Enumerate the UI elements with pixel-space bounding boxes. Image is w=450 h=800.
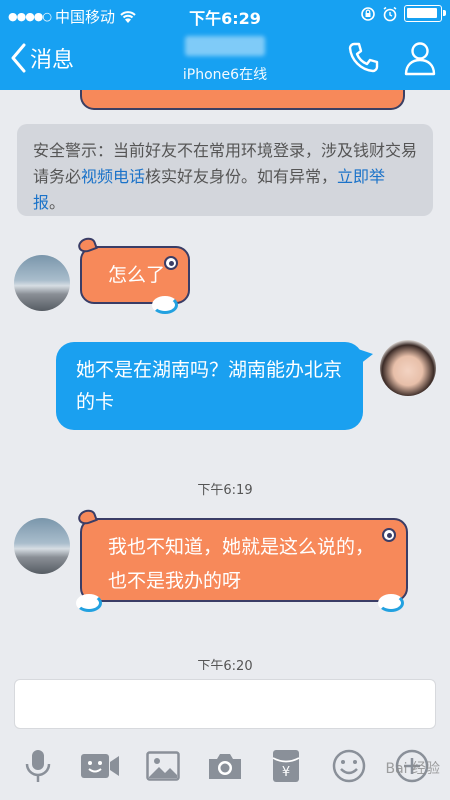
wave-decoration bbox=[378, 594, 404, 612]
message-text: 怎么了 bbox=[108, 264, 166, 286]
emoji-button[interactable] bbox=[329, 746, 369, 786]
input-toolbar: ¥ bbox=[0, 740, 450, 800]
nav-bar: 消息 iPhone6在线 bbox=[0, 30, 450, 90]
message-bubble-left: 怎么了 bbox=[76, 235, 190, 314]
svg-text:¥: ¥ bbox=[282, 765, 290, 780]
fish-eye-decoration bbox=[382, 528, 396, 542]
video-call-link[interactable]: 视频电话 bbox=[81, 167, 145, 186]
message-bubble-left: 我也不知道，她就是这么说的，也不是我办的呀 bbox=[76, 507, 408, 612]
timestamp: 下午6:20 bbox=[197, 659, 253, 670]
profile-button[interactable] bbox=[402, 40, 438, 80]
rotation-lock-icon bbox=[361, 6, 375, 21]
chat-header: ●●●●○ 中国移动 下午6:29 消息 iPhone6在线 bbox=[0, 0, 450, 90]
wave-decoration bbox=[152, 296, 178, 314]
mic-icon bbox=[25, 750, 51, 782]
video-button[interactable] bbox=[80, 746, 120, 786]
person-icon bbox=[404, 42, 436, 76]
previous-message-bubble bbox=[80, 90, 405, 110]
contact-title[interactable]: iPhone6在线 bbox=[0, 36, 450, 84]
contact-status: iPhone6在线 bbox=[182, 67, 268, 83]
wave-decoration bbox=[76, 594, 102, 612]
camera-button[interactable] bbox=[205, 746, 245, 786]
user-avatar[interactable] bbox=[380, 340, 436, 396]
chat-area[interactable]: 安全警示：当前好友不在常用环境登录，涉及钱财交易请务必视频电话核实好友身份。如有… bbox=[0, 90, 450, 670]
fish-tail-decoration bbox=[76, 235, 98, 255]
contact-avatar[interactable] bbox=[14, 518, 70, 574]
voice-button[interactable] bbox=[18, 746, 58, 786]
phone-icon bbox=[348, 42, 379, 73]
watermark: Bai 经验 bbox=[385, 761, 440, 777]
emoji-icon bbox=[332, 749, 366, 783]
security-notice: 安全警示：当前好友不在常用环境登录，涉及钱财交易请务必视频电话核实好友身份。如有… bbox=[17, 124, 433, 216]
status-bar: ●●●●○ 中国移动 下午6:29 bbox=[0, 0, 450, 30]
contact-name-blurred bbox=[185, 36, 265, 56]
message-text: 她不是在湖南吗？湖南能办北京的卡 bbox=[76, 359, 343, 413]
image-button[interactable] bbox=[143, 746, 183, 786]
alarm-icon bbox=[383, 6, 397, 21]
timestamp: 下午6:19 bbox=[197, 483, 253, 498]
contact-avatar[interactable] bbox=[14, 255, 70, 311]
camera-icon bbox=[209, 754, 241, 779]
message-bubble-right: 她不是在湖南吗？湖南能办北京的卡 bbox=[56, 342, 373, 430]
red-packet-icon: ¥ bbox=[272, 750, 300, 782]
video-icon bbox=[81, 754, 119, 778]
message-text: 我也不知道，她就是这么说的，也不是我办的呀 bbox=[108, 536, 375, 592]
image-icon bbox=[146, 751, 180, 781]
battery-icon bbox=[404, 5, 446, 22]
message-input[interactable] bbox=[14, 679, 436, 729]
fish-eye-decoration bbox=[164, 256, 178, 270]
red-packet-button[interactable]: ¥ bbox=[266, 746, 306, 786]
phone-call-button[interactable] bbox=[346, 40, 380, 78]
fish-tail-decoration bbox=[76, 507, 98, 527]
